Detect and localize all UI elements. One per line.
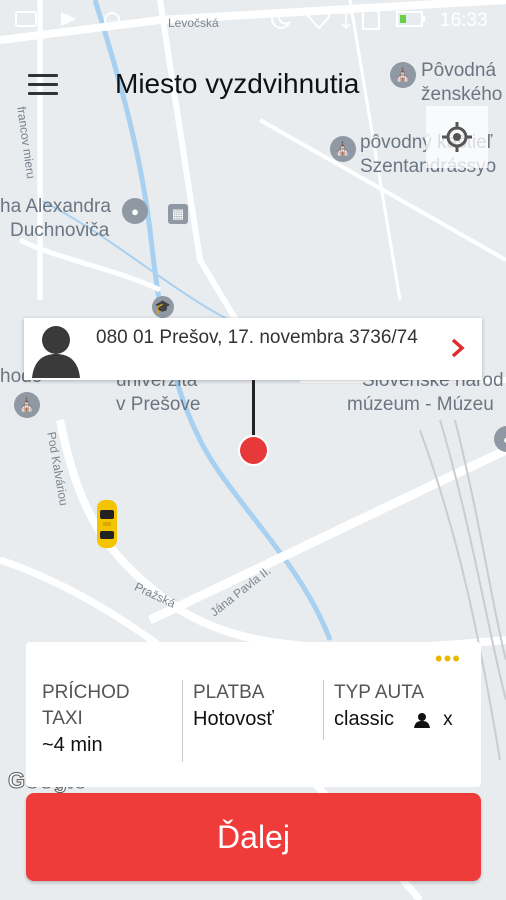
divider — [323, 680, 324, 740]
data-arrows-icon — [334, 8, 358, 30]
locate-button[interactable] — [426, 106, 488, 168]
sd-card-icon — [358, 8, 382, 30]
payment-section[interactable]: PLATBA Hotovosť — [193, 680, 274, 732]
pin-stem — [252, 380, 255, 440]
divider — [182, 680, 183, 762]
play-icon — [56, 8, 80, 30]
poi-school-icon: 🎓 — [152, 296, 174, 318]
header: Miesto vyzdvihnutia — [0, 62, 506, 112]
pickup-pin — [240, 437, 267, 464]
status-bar: 16:33 — [0, 0, 506, 40]
more-options-icon[interactable]: ••• — [435, 648, 461, 670]
map-label-duchnovica: Duchnoviča — [10, 220, 110, 241]
chevron-right-icon[interactable] — [448, 336, 468, 360]
car-type-label: TYP AUTA — [334, 682, 425, 703]
person-icon — [413, 712, 430, 728]
poi-church-icon: ⛪ — [330, 136, 356, 162]
poi-building-icon: ▦ — [168, 204, 188, 224]
car-type-section[interactable]: TYP AUTA classic x — [334, 680, 453, 733]
map-label-v-presove: v Prešove — [116, 394, 201, 415]
battery-icon — [396, 8, 426, 30]
payment-value[interactable]: Hotovosť — [193, 706, 274, 732]
poi-museum-icon: ⛪ — [14, 392, 40, 418]
passenger-count: x — [443, 709, 453, 730]
ride-info-panel: ••• PRÍCHOD TAXI ~4 min PLATBA Hotovosť … — [26, 642, 481, 787]
arrival-value: ~4 min — [42, 734, 103, 756]
car-type-value[interactable]: classic — [334, 708, 394, 730]
taxi-car-icon — [97, 500, 117, 548]
hamburger-icon[interactable] — [28, 74, 58, 96]
next-button[interactable]: Ďalej — [26, 793, 481, 881]
pickup-address: 080 01 Prešov, 17. novembra 3736/74 — [96, 327, 418, 348]
moon-icon — [268, 8, 292, 30]
avatar-icon — [32, 326, 80, 378]
poi-pin-icon: ● — [122, 198, 148, 224]
car-type-row[interactable]: classic x — [334, 706, 453, 733]
arrival-section: PRÍCHOD TAXI ~4 min — [42, 680, 130, 758]
status-time: 16:33 — [440, 10, 488, 31]
alarm-icon — [100, 8, 124, 30]
arrival-label: PRÍCHOD TAXI — [42, 682, 130, 729]
wifi-icon — [306, 8, 330, 30]
map-label-muzeum: múzeum - Múzeu — [347, 394, 494, 415]
page-title: Miesto vyzdvihnutia — [115, 68, 360, 99]
payment-label: PLATBA — [193, 682, 265, 703]
crosshair-icon — [442, 122, 472, 152]
notification-icon — [14, 8, 38, 30]
map-label-alexandra: ha Alexandra — [0, 196, 111, 217]
pickup-address-card[interactable]: 080 01 Prešov, 17. novembra 3736/74 — [24, 318, 482, 380]
